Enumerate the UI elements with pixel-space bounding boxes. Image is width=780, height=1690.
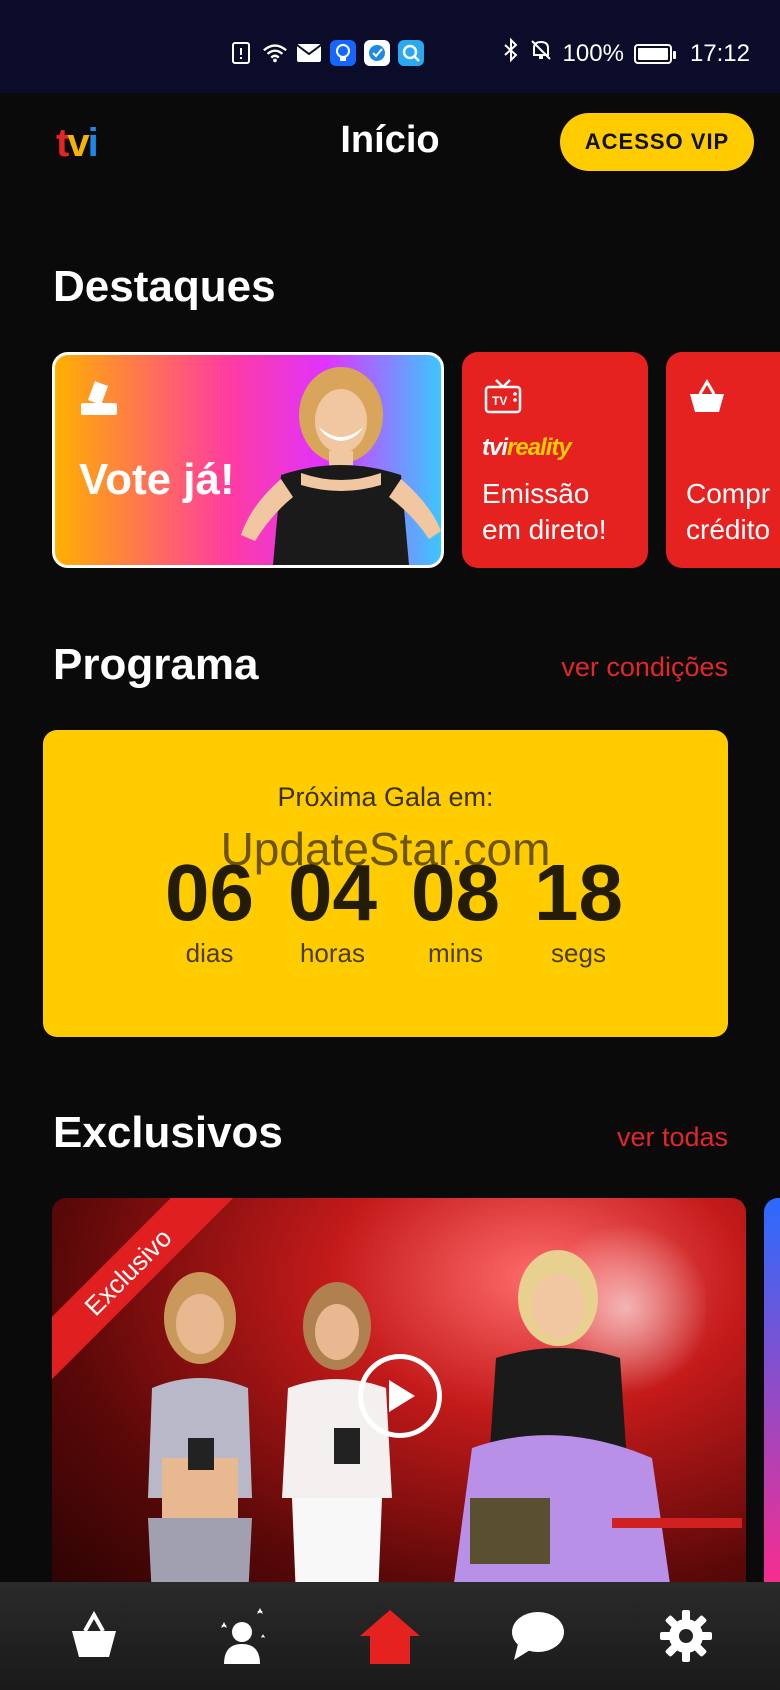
- presenter-image: [241, 367, 441, 565]
- ver-todas-link[interactable]: ver todas: [617, 1122, 728, 1153]
- clock: 17:12: [689, 39, 750, 67]
- vote-card-label: Vote já!: [79, 455, 235, 504]
- next-video-card[interactable]: [764, 1198, 780, 1598]
- bulb-app-icon: [330, 40, 356, 66]
- chat-icon: [512, 1612, 564, 1660]
- exclusivos-heading: Exclusivos: [53, 1108, 283, 1157]
- bluetooth-icon: [503, 37, 519, 69]
- countdown-days: 06 dias: [165, 848, 254, 969]
- stars-person-icon: [221, 1608, 265, 1664]
- sim-alert-icon: [228, 40, 254, 66]
- play-icon: [389, 1380, 415, 1412]
- vote-card[interactable]: Vote já!: [52, 352, 444, 568]
- live-stream-label: Emissão em direto!: [482, 478, 607, 545]
- battery-percent: 100%: [562, 39, 624, 67]
- mute-icon: [529, 38, 553, 69]
- bottom-navigation: [0, 1582, 780, 1690]
- ballot-icon: [81, 381, 117, 415]
- status-notification-icons: [228, 40, 424, 66]
- tv-icon: TV: [484, 379, 522, 414]
- countdown-minutes: 08 mins: [411, 848, 500, 969]
- destaques-heading: Destaques: [53, 262, 276, 311]
- basket-icon: [72, 1611, 116, 1657]
- buy-credits-label: Compr crédito: [686, 478, 771, 545]
- tvi-reality-logo: tvireality: [482, 434, 572, 461]
- search-app-icon: [398, 40, 424, 66]
- basket-icon: [690, 379, 724, 412]
- nav-home[interactable]: [355, 1601, 425, 1671]
- status-bar: 100% 17:12: [0, 0, 780, 93]
- countdown-seconds: 18 segs: [534, 848, 623, 969]
- countdown-units: 06 dias 04 horas 08 mins 18 segs: [148, 850, 640, 969]
- wifi-icon: [262, 40, 288, 66]
- gear-icon: [660, 1610, 712, 1662]
- exclusive-video-card[interactable]: Exclusivo: [52, 1198, 746, 1598]
- countdown-hours: 04 horas: [288, 848, 377, 969]
- app-header: tvi Início ACESSO VIP: [0, 93, 780, 193]
- buy-credits-card[interactable]: Compr crédito: [666, 352, 780, 568]
- nav-settings[interactable]: [651, 1601, 721, 1671]
- mail-icon: [296, 40, 322, 66]
- countdown-label: Próxima Gala em:: [277, 782, 494, 812]
- nav-shop[interactable]: [59, 1601, 129, 1671]
- programa-heading: Programa: [53, 640, 259, 689]
- live-stream-card[interactable]: TV tvireality Emissão em direto!: [462, 352, 648, 568]
- svg-text:TV: TV: [492, 394, 507, 408]
- play-button[interactable]: [358, 1354, 442, 1438]
- battery-icon: [633, 43, 676, 64]
- nav-chat[interactable]: [503, 1601, 573, 1671]
- vip-access-button[interactable]: ACESSO VIP: [560, 113, 754, 171]
- home-icon: [360, 1610, 420, 1664]
- nav-contestants[interactable]: [207, 1601, 277, 1671]
- vpn-app-icon: [364, 40, 390, 66]
- status-right: 100% 17:12: [503, 37, 750, 69]
- countdown-panel: Próxima Gala em: UpdateStar.com 06 dias …: [43, 730, 728, 1037]
- ver-condicoes-link[interactable]: ver condições: [561, 652, 728, 683]
